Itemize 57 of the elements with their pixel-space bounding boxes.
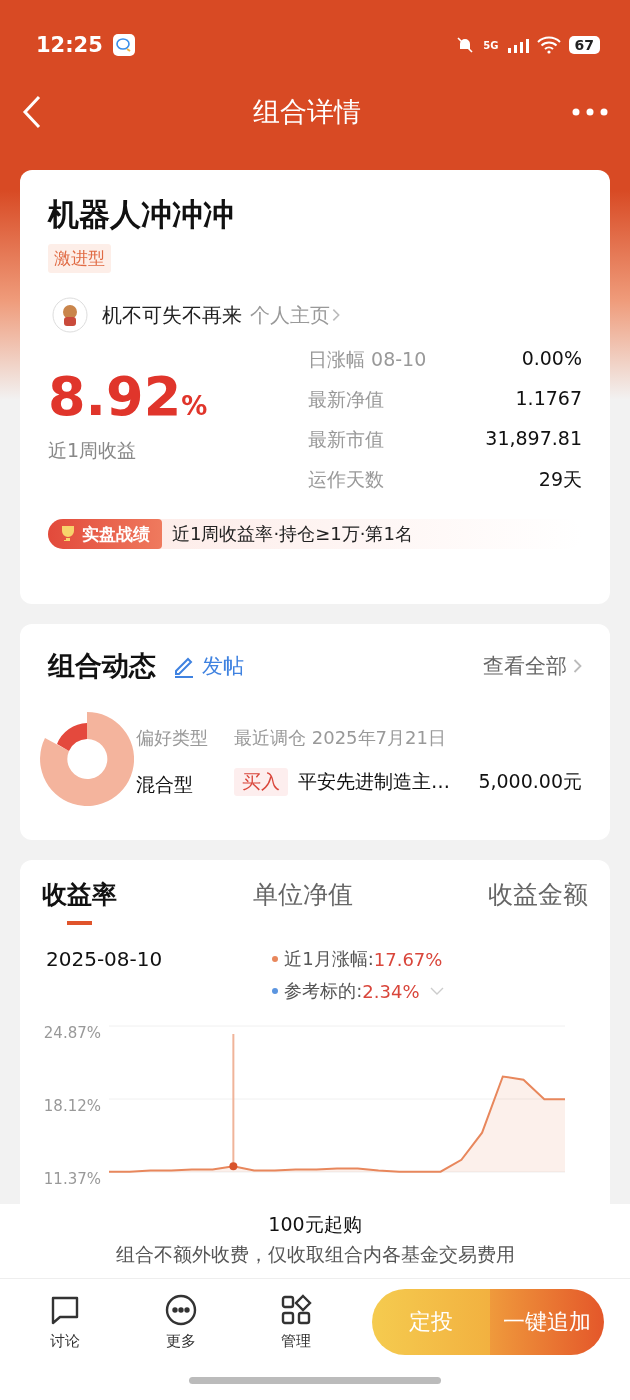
more-icon[interactable]	[572, 108, 608, 116]
stat-label: 最新净值	[308, 387, 385, 412]
crosshair-drawing[interactable]	[229, 1034, 238, 1171]
trade-amount: 5,000.00元	[478, 769, 582, 794]
network-type: 5G	[483, 39, 499, 51]
return-label: 近1周收益	[48, 438, 138, 463]
stat-label: 日涨幅 08-10	[308, 347, 428, 372]
nav-button[interactable]: 讨论	[26, 1293, 105, 1351]
signal-icon	[506, 37, 529, 53]
rebalance-date: 最近调仓 2025年7月21日	[234, 726, 447, 750]
manager-name: 机不可失不再来	[102, 301, 242, 329]
stat-value: 1.1767	[514, 387, 582, 411]
page-title: 组合详情	[252, 95, 362, 129]
minimum-purchase: 100元起购	[268, 1212, 362, 1237]
legend-label: 参考标的:	[284, 979, 363, 1003]
stat-value: 29天	[537, 467, 582, 492]
stat-label: 最新市值	[308, 427, 385, 452]
profile-link[interactable]: 个人主页	[250, 301, 340, 329]
more-icon	[164, 1293, 197, 1326]
section-title: 组合动态	[48, 649, 156, 683]
axis-label: 24.87%	[43, 1024, 101, 1042]
risk-tag: 激进型	[48, 244, 111, 273]
view-all-link[interactable]: 查看全部	[483, 652, 582, 680]
grid-icon	[280, 1293, 313, 1326]
ranking-badge: 实盘战绩	[48, 519, 162, 549]
ranking-text: 近1周收益率·持仓≥1万·第1名	[172, 522, 413, 546]
chart-tab[interactable]: 收益金额	[488, 878, 588, 925]
add-funds-button[interactable]: 一键追加	[490, 1289, 604, 1355]
stat-value: 0.00%	[520, 347, 582, 371]
back-icon[interactable]	[22, 95, 42, 129]
post-button[interactable]: 发帖	[172, 652, 244, 680]
trade-action-tag: 买入	[234, 768, 288, 796]
preference-value: 混合型	[136, 772, 194, 797]
legend-value: 17.67%	[373, 948, 443, 970]
fund-name: 平安先进制造主…	[298, 769, 450, 794]
chart-tab[interactable]: 收益率	[42, 878, 117, 925]
portfolio-name: 机器人冲冲冲	[48, 195, 235, 234]
weekly-return: 8.92%	[48, 365, 208, 428]
chart-tab[interactable]: 单位净值	[252, 878, 353, 925]
chevron-right-icon	[332, 308, 340, 322]
chart-date: 2025-08-10	[46, 947, 163, 971]
stat-value: 31,897.81	[485, 427, 582, 451]
axis-label: 18.12%	[43, 1097, 101, 1115]
chevron-right-icon	[573, 658, 582, 674]
nav-button[interactable]: 更多	[141, 1293, 220, 1351]
legend-value: 2.34%	[362, 980, 420, 1002]
message-app-icon	[112, 34, 135, 56]
legend-label: 近1月涨幅:	[284, 947, 374, 971]
axis-label: 11.37%	[43, 1170, 101, 1188]
avatar[interactable]	[52, 297, 88, 333]
fee-note: 组合不额外收费，仅收取组合内各基金交易费用	[115, 1242, 515, 1267]
wifi-icon	[536, 36, 561, 54]
nav-button[interactable]: 管理	[256, 1293, 336, 1351]
status-time: 12:25	[36, 33, 103, 57]
stat-label: 运作天数	[308, 467, 385, 492]
battery-level: 67	[568, 36, 600, 54]
preference-label: 偏好类型	[136, 726, 208, 750]
